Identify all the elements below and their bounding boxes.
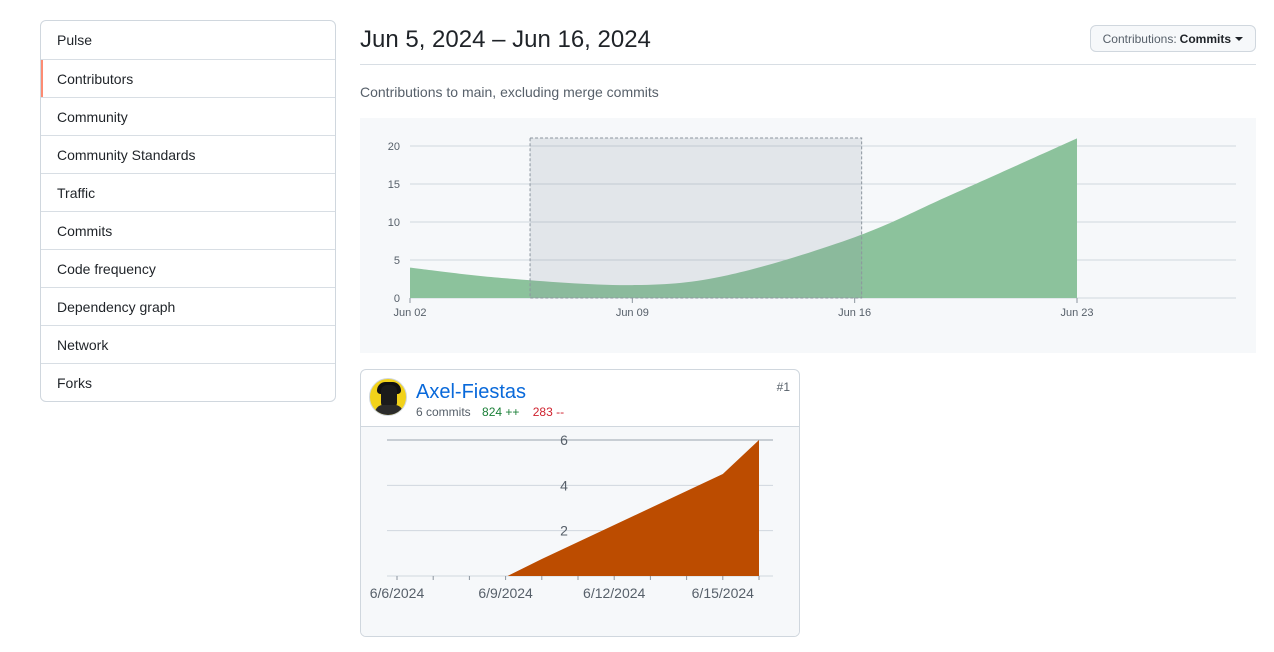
contributor-stats: 6 commits 824 ++ 283 -- [416, 405, 564, 419]
sidebar-item-pulse[interactable]: Pulse [41, 21, 335, 59]
sidebar-item-forks[interactable]: Forks [41, 363, 335, 401]
additions-count: 824 ++ [482, 405, 520, 419]
sidebar-item-contributors[interactable]: Contributors [41, 59, 335, 97]
contributors-header: Jun 5, 2024 – Jun 16, 2024 Contributions… [360, 20, 1256, 65]
caret-down-icon [1235, 36, 1243, 41]
x-tick-label: 6/6/2024 [370, 585, 425, 601]
y-tick-label: 6 [560, 432, 568, 448]
contributor-chart: 2 4 6 6/6/2024 6/9/2024 6/12/2024 6/15/2024 [361, 427, 799, 636]
sidebar-item-dependency-graph[interactable]: Dependency graph [41, 287, 335, 325]
y-tick-label: 10 [388, 217, 400, 229]
sidebar-item-commits[interactable]: Commits [41, 211, 335, 249]
sidebar-item-code-frequency[interactable]: Code frequency [41, 249, 335, 287]
sidebar-item-community[interactable]: Community [41, 97, 335, 135]
sidebar-item-community-standards[interactable]: Community Standards [41, 135, 335, 173]
y-tick-label: 4 [560, 477, 568, 493]
x-tick-label: Jun 02 [393, 307, 426, 319]
contributor-card-header: Axel-Fiestas 6 commits 824 ++ 283 -- #1 [361, 370, 799, 427]
contributions-chart[interactable]: 0 5 10 15 20 Jun 02 Jun 09 Jun 16 Jun 23 [360, 118, 1256, 353]
contributions-type-dropdown[interactable]: Contributions: Commits [1089, 25, 1256, 52]
sidebar-item-traffic[interactable]: Traffic [41, 173, 335, 211]
x-tick-label: 6/15/2024 [692, 585, 754, 601]
deletions-count: 283 -- [532, 405, 565, 419]
date-range-title: Jun 5, 2024 – Jun 16, 2024 [360, 26, 651, 53]
contributor-chart-svg: 2 4 6 6/6/2024 6/9/2024 6/12/2024 6/15/2024 [370, 432, 773, 601]
y-tick-label: 2 [560, 523, 568, 539]
x-tick-label: Jun 23 [1060, 307, 1093, 319]
contributions-chart-svg[interactable]: 0 5 10 15 20 Jun 02 Jun 09 Jun 16 Jun 23 [360, 118, 1256, 353]
contributor-area [507, 440, 759, 576]
contributions-value: Commits [1179, 31, 1231, 46]
x-tick-label: 6/12/2024 [583, 585, 645, 601]
contributor-card: Axel-Fiestas 6 commits 824 ++ 283 -- #1 … [360, 369, 800, 637]
x-tick-label: Jun 09 [616, 307, 649, 319]
contributions-label: Contributions: [1102, 31, 1177, 46]
contributor-rank: #1 [776, 380, 790, 394]
selection-brush [529, 137, 863, 299]
sidebar-item-network[interactable]: Network [41, 325, 335, 363]
y-tick-label: 15 [388, 179, 400, 191]
commit-count[interactable]: 6 commits [416, 405, 471, 419]
avatar[interactable] [369, 378, 407, 416]
contributor-name-link[interactable]: Axel-Fiestas [416, 381, 526, 404]
y-tick-label: 20 [388, 141, 400, 153]
y-tick-label: 5 [394, 255, 400, 267]
y-tick-label: 0 [394, 293, 400, 305]
x-tick-label: Jun 16 [838, 307, 871, 319]
insights-sidebar: Pulse Contributors Community Community S… [40, 20, 336, 402]
x-tick-label: 6/9/2024 [478, 585, 533, 601]
chart-subtitle: Contributions to main, excluding merge c… [360, 84, 659, 100]
